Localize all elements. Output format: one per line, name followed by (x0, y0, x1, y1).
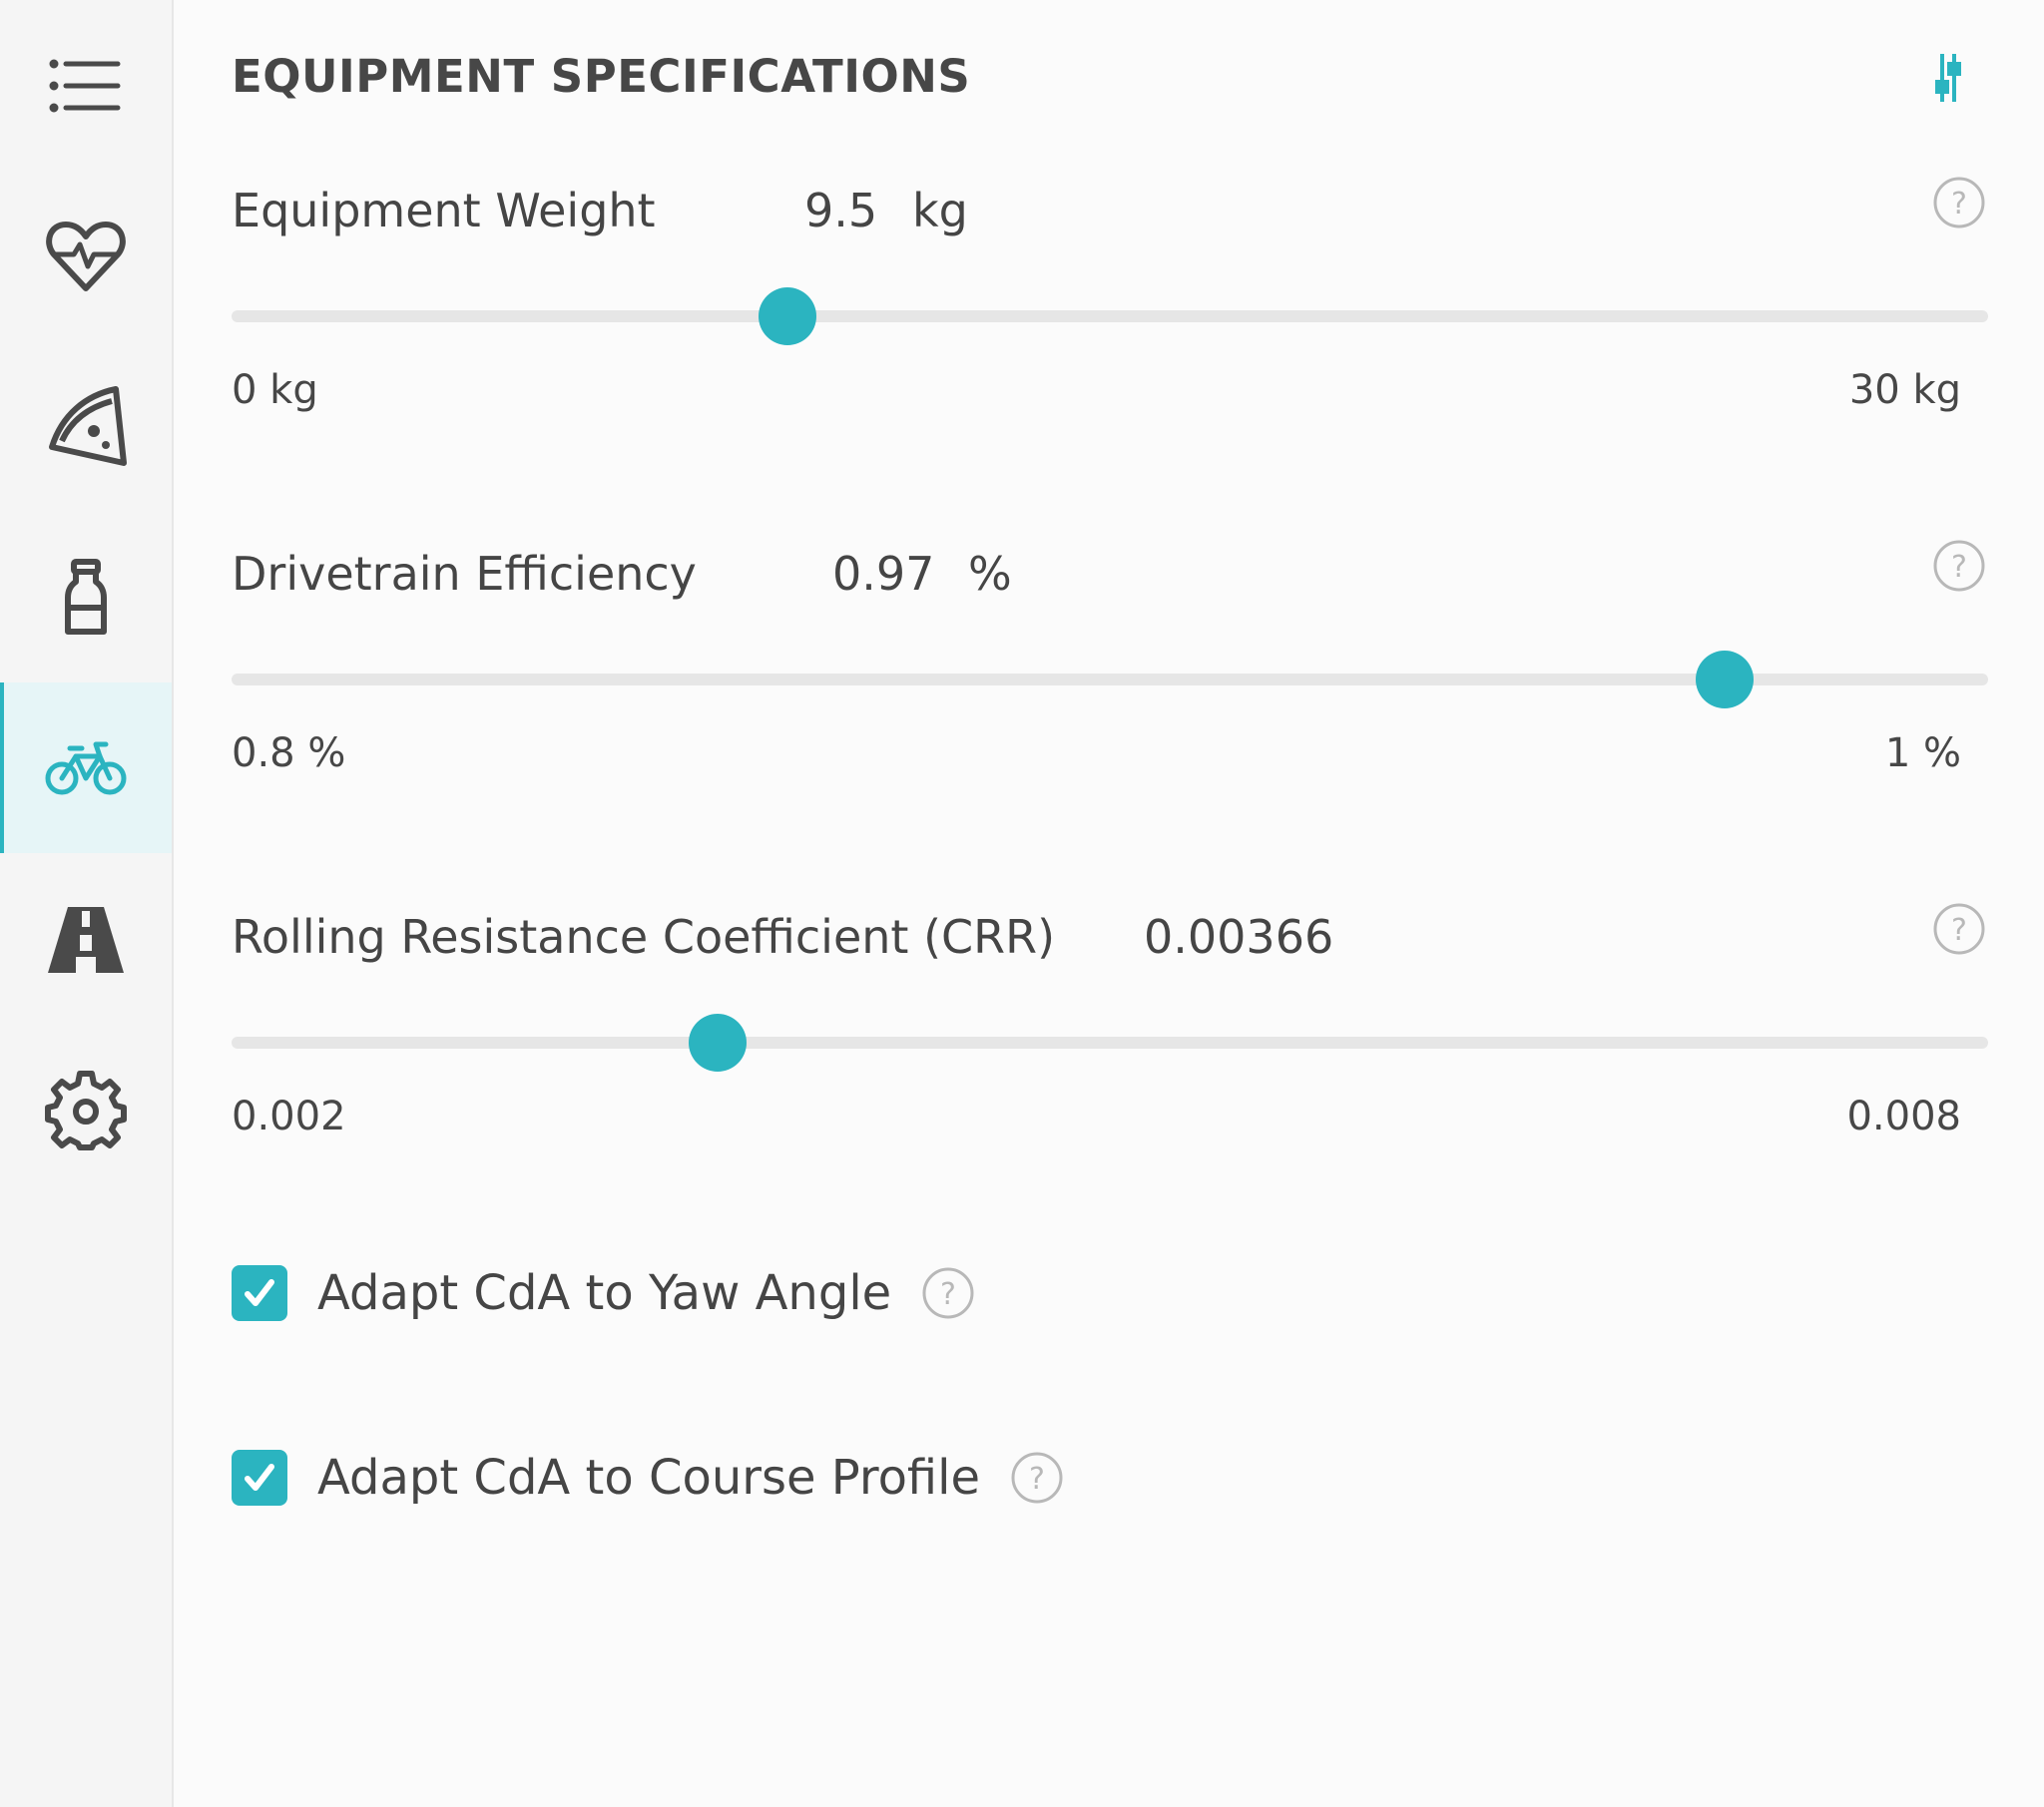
menu-list-icon (49, 59, 121, 112)
crr-max: 0.008 (1846, 1094, 1961, 1139)
equipment-weight-value[interactable]: 9.5 (804, 184, 877, 237)
svg-text:?: ? (940, 1277, 956, 1312)
pizza-slice-icon (49, 385, 127, 466)
page-title: EQUIPMENT SPECIFICATIONS (232, 50, 971, 103)
road-icon (48, 906, 124, 973)
slider-thumb[interactable] (759, 287, 817, 345)
slider-track[interactable] (232, 1037, 1988, 1049)
crr-value[interactable]: 0.00366 (1144, 910, 1333, 964)
svg-text:?: ? (1951, 913, 1967, 948)
yaw-angle-label: Adapt CdA to Yaw Angle (317, 1265, 892, 1321)
sidebar-item-nutrition[interactable] (0, 341, 172, 512)
drivetrain-efficiency-slider[interactable] (232, 649, 1988, 708)
drivetrain-efficiency-help-icon[interactable]: ? (1932, 539, 1986, 593)
sidebar-item-course[interactable] (0, 853, 172, 1024)
checkmark-icon (245, 1279, 274, 1306)
drivetrain-efficiency-value[interactable]: 0.97 (832, 547, 934, 601)
equipment-weight-help-icon[interactable]: ? (1932, 176, 1986, 229)
sidebar-nav (0, 0, 174, 1807)
bottle-icon (65, 558, 107, 635)
equipment-weight-unit: kg (912, 184, 968, 237)
crr-help-icon[interactable]: ? (1932, 902, 1986, 956)
crr-slider[interactable] (232, 1012, 1988, 1072)
crr-min: 0.002 (232, 1094, 346, 1139)
course-profile-label: Adapt CdA to Course Profile (317, 1450, 981, 1506)
sidebar-item-hydration[interactable] (0, 512, 172, 682)
crr-label: Rolling Resistance Coefficient (CRR) (232, 910, 1056, 964)
course-profile-option: Adapt CdA to Course Profile ? (232, 1448, 1064, 1508)
svg-text:?: ? (1951, 550, 1967, 585)
yaw-angle-checkbox[interactable] (232, 1265, 287, 1321)
sliders-icon[interactable] (1928, 50, 1968, 106)
slider-thumb[interactable] (688, 1014, 747, 1072)
drivetrain-efficiency-label: Drivetrain Efficiency (232, 547, 697, 601)
yaw-angle-option: Adapt CdA to Yaw Angle ? (232, 1263, 975, 1323)
sidebar-item-settings[interactable] (0, 1024, 172, 1194)
bicycle-icon (45, 741, 127, 794)
drivetrain-efficiency-min: 0.8 % (232, 730, 346, 776)
drivetrain-efficiency-max: 1 % (1884, 730, 1961, 776)
drivetrain-efficiency-unit: % (968, 547, 1012, 601)
equipment-panel: EQUIPMENT SPECIFICATIONS Equipment Weigh… (174, 0, 2044, 1807)
svg-text:?: ? (1029, 1462, 1045, 1497)
yaw-angle-help-icon[interactable]: ? (921, 1266, 975, 1320)
course-profile-checkbox[interactable] (232, 1450, 287, 1506)
sidebar-item-heart-rate[interactable] (0, 171, 172, 341)
equipment-weight-min: 0 kg (232, 367, 318, 413)
svg-text:?: ? (1951, 187, 1967, 222)
equipment-weight-slider[interactable] (232, 285, 1988, 345)
heart-pulse-icon (46, 221, 126, 291)
course-profile-help-icon[interactable]: ? (1010, 1451, 1064, 1505)
slider-track[interactable] (232, 310, 1988, 322)
equipment-weight-max: 30 kg (1848, 367, 1961, 413)
sidebar-item-menu[interactable] (0, 0, 172, 171)
checkmark-icon (245, 1464, 274, 1491)
slider-thumb[interactable] (1696, 651, 1754, 708)
gear-icon (45, 1070, 127, 1150)
sidebar-item-equipment[interactable] (0, 682, 172, 853)
equipment-weight-label: Equipment Weight (232, 184, 656, 237)
